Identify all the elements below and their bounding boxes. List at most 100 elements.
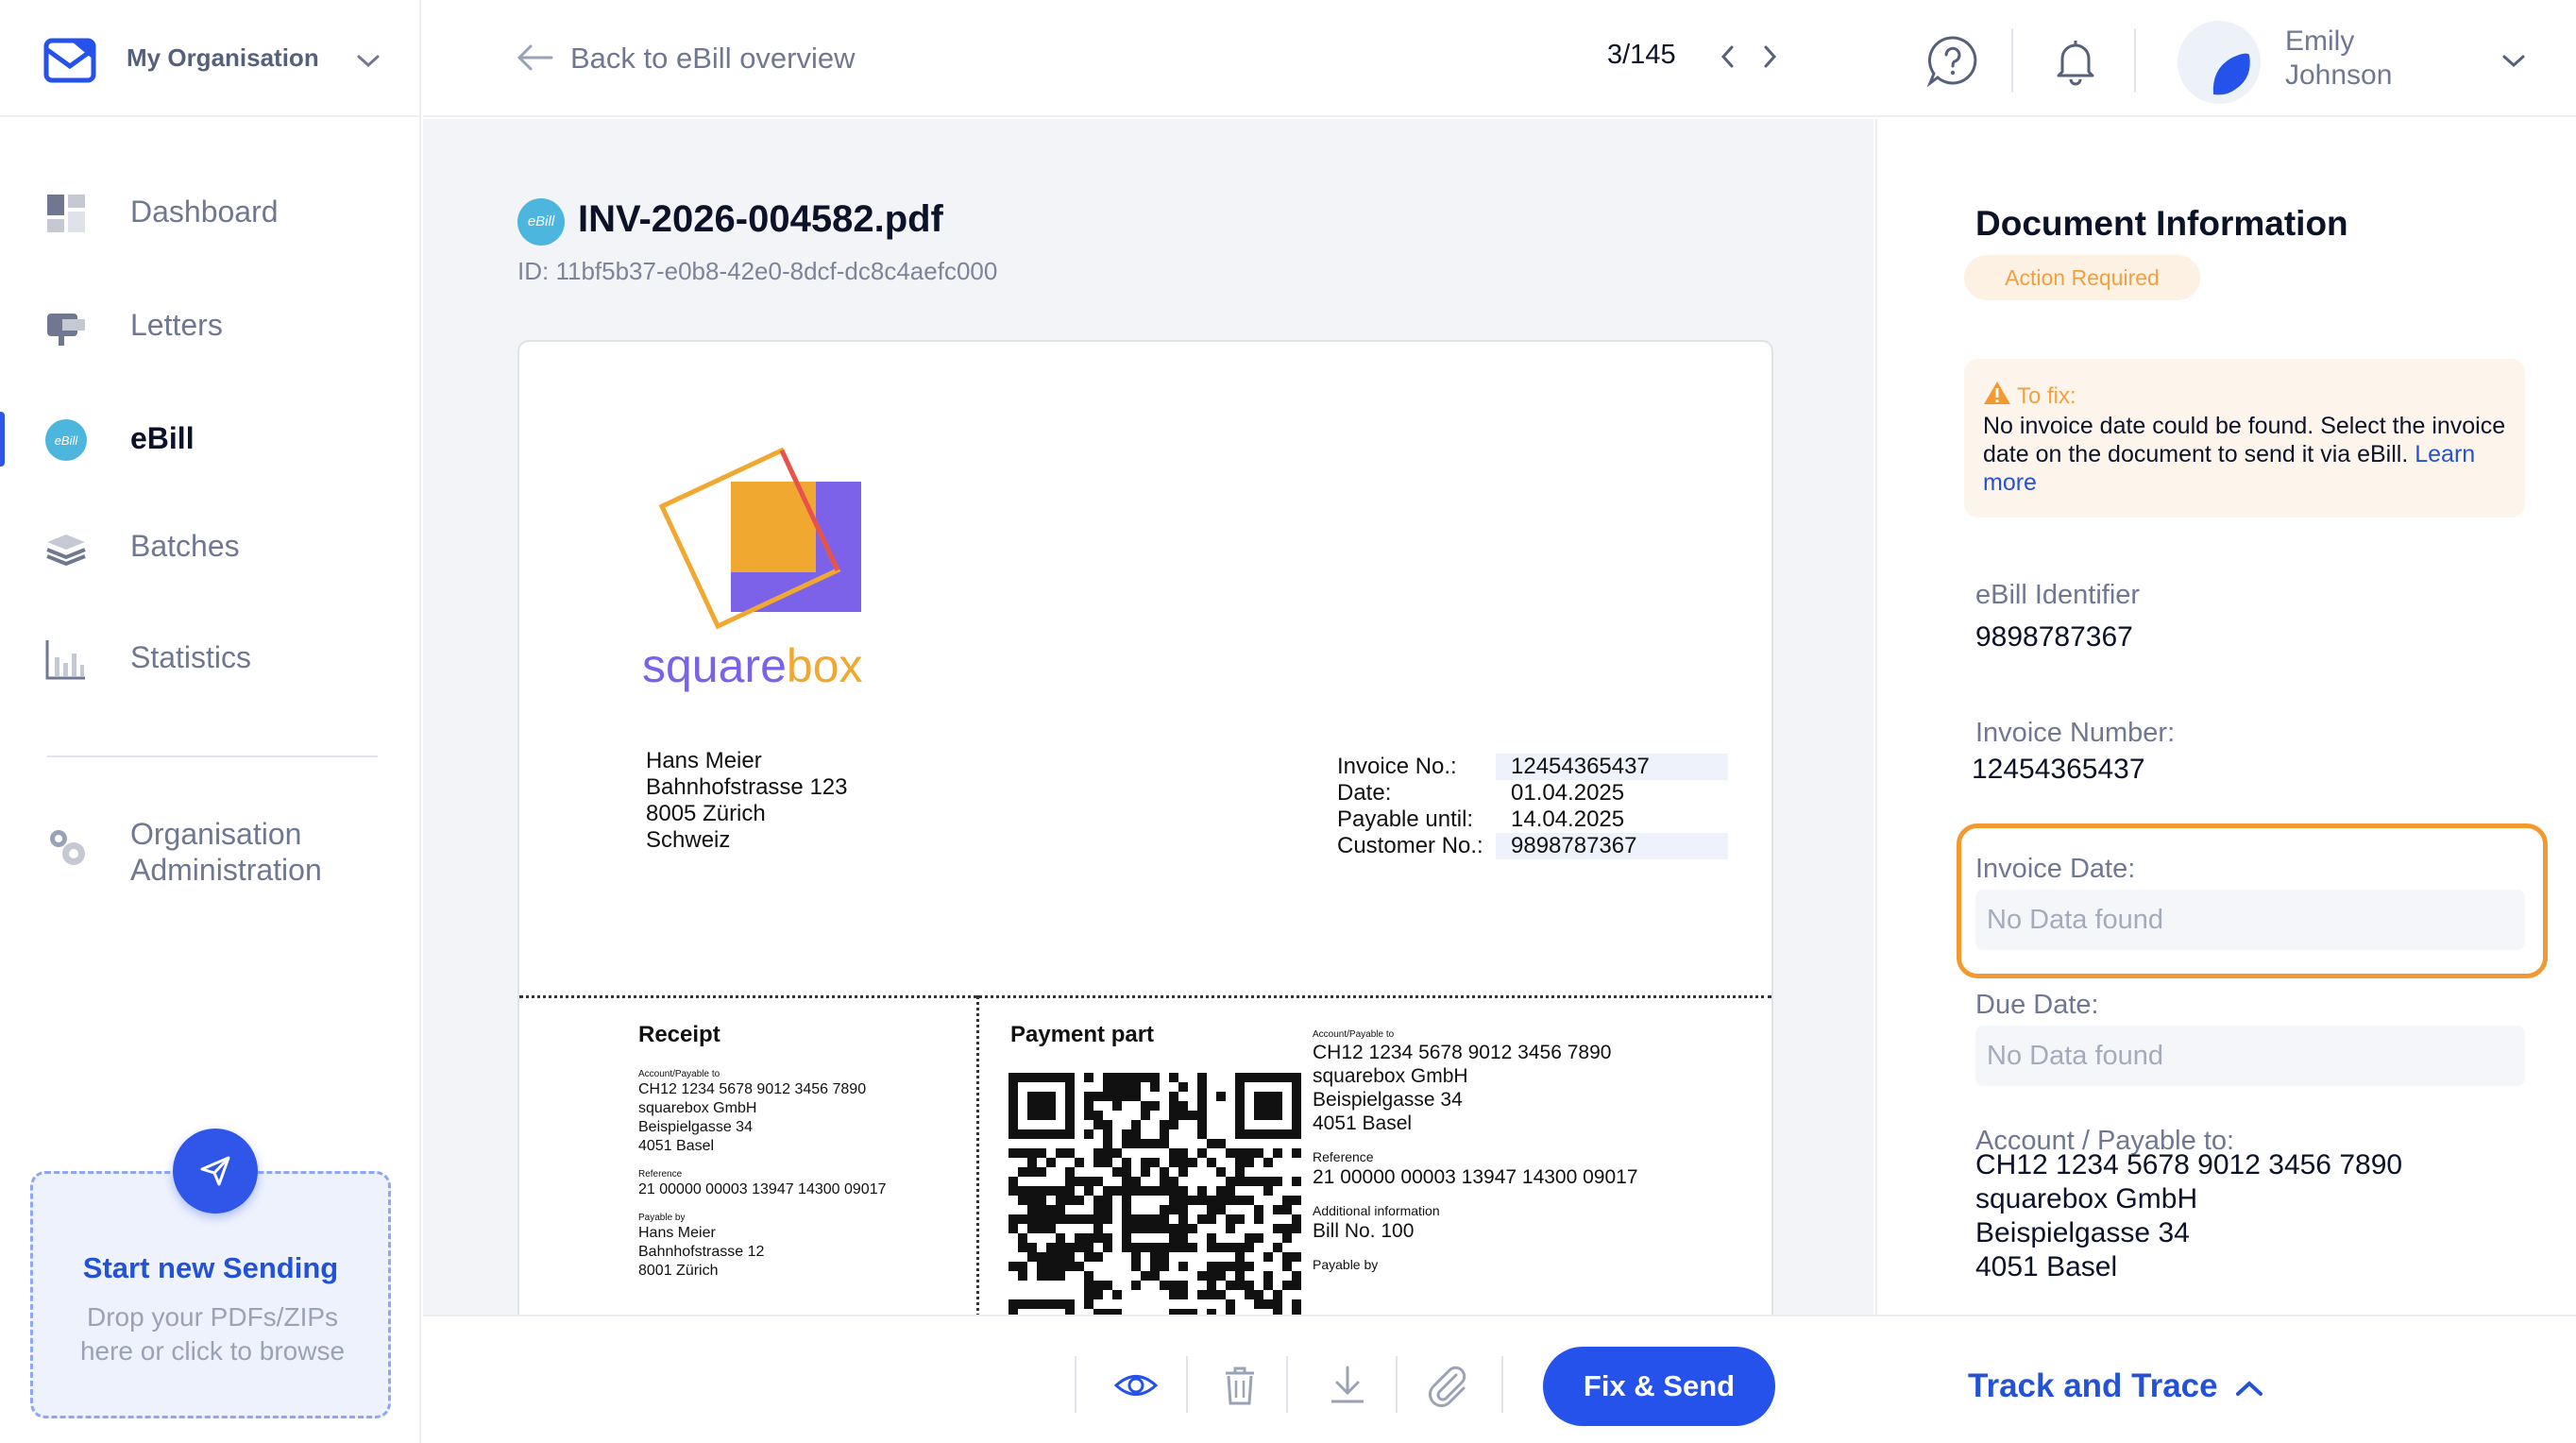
eye-icon[interactable] [1112,1362,1160,1409]
toolbar-divider [1186,1356,1188,1413]
upload-subtitle: Drop your PDFs/ZIPs here or click to bro… [79,1302,346,1366]
fix-notice: To fix: No invoice date could be found. … [1964,359,2525,518]
receipt-reference-label: Reference [638,1169,683,1180]
sidebar-item-label: Batches [130,529,240,563]
back-label: Back to eBill overview [570,42,856,75]
chevron-right-icon[interactable] [1758,42,1781,72]
meta-key: Payable until: [1337,806,1474,832]
payment-account-label: Account/Payable to [1313,1029,1395,1040]
document-info-panel: Document Information Action Required To … [1875,119,2576,1315]
squarebox-logo-icon [658,447,861,630]
sidebar-item-letters[interactable]: Letters [0,287,421,363]
additional-info: Bill No. 100 [1313,1220,1415,1242]
meta-value[interactable]: 01.04.2025 [1496,780,1728,806]
qr-code-icon [1008,1073,1301,1315]
sidebar-item-ebill[interactable]: eBill eBill [0,400,421,476]
toolbar-divider [1286,1356,1288,1413]
upload-title: Start new Sending [82,1251,339,1284]
receipt-account-label: Account/Payable to [638,1069,720,1079]
payment-account-line: 4051 Basel [1313,1112,1413,1134]
receipt-payable-by-line: Hans Meier [638,1225,716,1241]
receipt-payable-by-line: Bahnhofstrasse 12 [638,1244,765,1260]
meta-value[interactable]: 12454365437 [1496,754,1728,780]
pager-count: 3/145 [1607,40,1676,70]
due-date-label: Due Date: [1975,990,2099,1020]
payment-title: Payment part [1010,1022,1154,1069]
sidebar-item-organisation-administration[interactable]: Organisation Administration [0,808,421,899]
trash-icon[interactable] [1216,1362,1263,1409]
chevron-up-icon[interactable] [2232,1375,2266,1401]
receipt-payable-by-line: 8001 Zürich [638,1263,719,1279]
chevron-left-icon[interactable] [1717,42,1739,72]
fix-text: No invoice date could be found. Select t… [1983,412,2512,497]
receipt-reference: 21 00000 00003 13947 14300 09017 [638,1181,887,1197]
sidebar-item-dashboard[interactable]: Dashboard [0,174,421,249]
meta-key: Customer No.: [1337,833,1483,858]
download-icon[interactable] [1324,1362,1371,1409]
sidebar-item-label: Letters [130,308,223,342]
invoice-date-field[interactable]: No Data found [1975,890,2525,950]
payment-reference: 21 00000 00003 13947 14300 09017 [1313,1166,1638,1188]
header-divider [2011,28,2013,93]
help-icon[interactable] [1926,34,1979,87]
upload-dropzone[interactable]: Start new Sending Drop your PDFs/ZIPs he… [30,1129,391,1418]
mailbox-icon [47,314,85,346]
header-divider [2134,28,2136,93]
sidebar: My Organisation Dashboard Letters eBill … [0,0,421,1443]
invoice-date-label: Invoice Date: [1975,854,2136,884]
chevron-down-icon[interactable] [2500,49,2527,72]
account-line: squarebox GmbH [1975,1183,2198,1214]
document-id: ID: 11bf5b37-e0b8-42e0-8dcf-dc8c4aefc000 [517,257,998,285]
sidebar-item-label: Dashboard [130,195,279,229]
receipt-payable-by-label: Payable by [638,1213,686,1223]
perforation-line [519,995,1771,998]
account-line: CH12 1234 5678 9012 3456 7890 [1975,1149,2403,1180]
payment-payable-by-label: Payable by [1313,1257,1379,1272]
brand-wordmark: squarebox [642,638,863,693]
receipt-account-line: Beispielgasse 34 [638,1119,753,1135]
org-switcher[interactable]: My Organisation [0,0,421,117]
user-first-name: Emily [2285,25,2355,57]
gears-icon [50,830,85,865]
account-value: CH12 1234 5678 9012 3456 7890 squarebox … [1975,1148,2402,1284]
receipt-account-line: squarebox GmbH [638,1100,757,1116]
payment-part-title: Payment part [1010,1022,1155,1047]
payment-account-line: squarebox GmbH [1313,1065,1468,1087]
sidebar-item-label: eBill [130,421,195,455]
start-sending-button[interactable] [173,1129,258,1214]
avatar[interactable] [2178,21,2261,104]
recipient-line: 8005 Zürich [646,801,766,826]
meta-key: Date: [1337,780,1392,806]
toolbar-divider [1501,1356,1503,1413]
perforation-line [976,995,979,1315]
payment-reference-label: Reference [1313,1149,1374,1164]
fix-and-send-button[interactable]: Fix & Send [1543,1347,1775,1426]
user-last-name: Johnson [2285,59,2393,91]
meta-value[interactable]: 14.04.2025 [1496,806,1728,833]
panel-title: Document Information [1975,204,2348,243]
layers-icon [46,535,86,567]
due-date-field[interactable]: No Data found [1975,1026,2525,1086]
toolbar-divider [1075,1356,1076,1413]
top-header: Back to eBill overview 3/145 Emily Johns… [423,0,2576,117]
ebill-icon: eBill [45,419,87,461]
sidebar-item-statistics[interactable]: Statistics [0,620,421,695]
chevron-down-icon[interactable] [355,49,381,72]
receipt-account-line: CH12 1234 5678 9012 3456 7890 [638,1081,867,1097]
track-and-trace-toggle[interactable]: Track and Trace [1968,1367,2218,1405]
payment-account-line: Beispielgasse 34 [1313,1089,1463,1111]
ebill-identifier-value: 9898787367 [1975,621,2133,653]
dashboard-icon [47,195,85,232]
invoice-number-value: 12454365437 [1972,754,2145,785]
toolbar-divider [1396,1356,1398,1413]
paperclip-icon[interactable] [1424,1362,1471,1409]
receipt-section: Receipt Account/Payable to CH12 1234 567… [638,1022,959,1281]
receipt-account-line: 4051 Basel [638,1138,715,1154]
bell-icon[interactable] [2049,34,2102,87]
invoice-preview[interactable]: squarebox Hans Meier Bahnhofstrasse 123 … [517,340,1773,1315]
meta-value[interactable]: 9898787367 [1496,833,1728,859]
invoice-number-label: Invoice Number: [1975,718,2176,748]
mail-logo-icon [43,38,96,83]
bottom-toolbar: Fix & Send Track and Trace [423,1315,2576,1443]
sidebar-item-batches[interactable]: Batches [0,508,421,584]
